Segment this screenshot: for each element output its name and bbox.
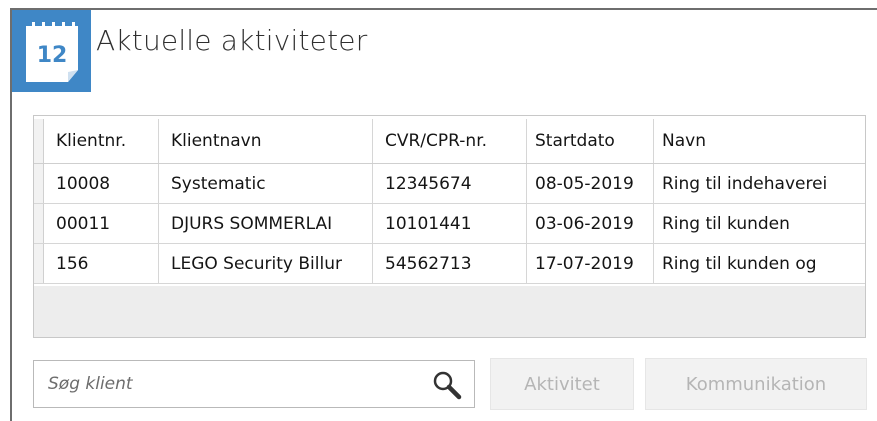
cell-klientnavn[interactable]: LEGO Security Billur: [159, 244, 373, 283]
column-header-klientnr[interactable]: Klientnr.: [44, 119, 159, 163]
column-header-navn[interactable]: Navn: [654, 119, 865, 163]
cell-navn[interactable]: Ring til kunden: [654, 204, 865, 243]
cell-klientnr[interactable]: 00011: [44, 204, 159, 243]
cell-klientnavn[interactable]: Systematic: [159, 164, 373, 203]
cell-cvr[interactable]: 12345674: [373, 164, 527, 203]
cell-cvr[interactable]: 10101441: [373, 204, 527, 243]
magnifier-icon[interactable]: [432, 370, 462, 400]
table-header-row: Klientnr. Klientnavn CVR/CPR-nr. Startda…: [34, 119, 865, 164]
cell-cvr[interactable]: 54562713: [373, 244, 527, 283]
grid-body: Klientnr. Klientnavn CVR/CPR-nr. Startda…: [34, 116, 865, 286]
cell-navn[interactable]: Ring til kunden og: [654, 244, 865, 283]
table-row[interactable]: 156 LEGO Security Billur 54562713 17-07-…: [34, 244, 865, 284]
row-selector[interactable]: [34, 244, 44, 283]
cell-navn[interactable]: Ring til indehaverei: [654, 164, 865, 203]
calendar-day-number: 12: [37, 43, 68, 68]
header-row-selector: [34, 119, 44, 163]
cell-klientnavn[interactable]: DJURS SOMMERLAI: [159, 204, 373, 243]
calendar-tile: 12: [12, 10, 91, 92]
column-header-klientnavn[interactable]: Klientnavn: [159, 119, 373, 163]
row-selector[interactable]: [34, 164, 44, 203]
search-box: [33, 360, 475, 408]
cell-startdato[interactable]: 08-05-2019: [527, 164, 654, 203]
column-header-cvr[interactable]: CVR/CPR-nr.: [373, 119, 527, 163]
column-header-startdato[interactable]: Startdato: [527, 119, 654, 163]
search-input[interactable]: [34, 361, 424, 407]
cell-klientnr[interactable]: 10008: [44, 164, 159, 203]
kommunikation-button[interactable]: Kommunikation: [645, 358, 867, 410]
table-row[interactable]: 00011 DJURS SOMMERLAI 10101441 03-06-201…: [34, 204, 865, 244]
page-title: Aktuelle aktiviteter: [96, 24, 368, 57]
activities-grid: Klientnr. Klientnavn CVR/CPR-nr. Startda…: [33, 115, 866, 338]
cell-startdato[interactable]: 17-07-2019: [527, 244, 654, 283]
cell-klientnr[interactable]: 156: [44, 244, 159, 283]
table-row[interactable]: 10008 Systematic 12345674 08-05-2019 Rin…: [34, 164, 865, 204]
row-selector[interactable]: [34, 204, 44, 243]
calendar-12-icon: 12: [26, 22, 78, 82]
window-top-border: [10, 8, 877, 10]
aktivitet-button[interactable]: Aktivitet: [490, 358, 634, 410]
cell-startdato[interactable]: 03-06-2019: [527, 204, 654, 243]
